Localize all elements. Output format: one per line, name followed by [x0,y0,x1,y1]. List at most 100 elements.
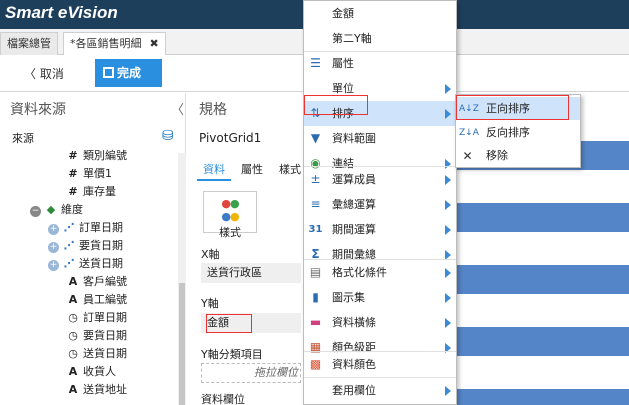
data-field-label: 資料欄位 [201,393,245,405]
cancel-button[interactable]: 〈 取消 [24,65,64,82]
menu-item-label: 圖示集 [332,291,365,304]
tree-item-label: 訂單日期 [79,221,123,234]
menu-item-calc-member[interactable]: ± 運算成員 [304,167,456,192]
calendar-icon: 31 [308,224,323,235]
menu-item-label: 運算成員 [332,173,376,186]
data-bar-icon: ▬ [309,315,322,329]
tab-file-explorer[interactable]: 檔案總管 [0,32,58,55]
submenu-arrow-icon [445,293,451,303]
tree-item-label: 要貨日期 [83,329,127,342]
y-group-label: Y軸分類項目 [201,348,263,361]
done-label: 完成 [117,66,142,80]
submenu-arrow-icon [445,268,451,278]
collapse-icon[interactable]: 〈 [171,99,184,118]
chart-bar [455,327,629,356]
spec-title: 規格 [199,102,227,118]
menu-item-sort-descending[interactable]: Z↓A 反向排序 [456,121,580,144]
tree-item[interactable]: A 收貨人 [66,363,116,380]
chart-bar [455,265,629,294]
highlight-box [304,95,368,115]
menu-item-amount[interactable]: 金額 [304,1,456,26]
tree-item[interactable]: + ⋰ 送貨日期 [48,255,123,272]
number-icon: # [68,167,78,180]
number-icon: # [68,185,78,198]
pivot-name: PivotGrid1 [199,131,262,145]
tab-sales-detail[interactable]: *各區銷售明細 ✖ [63,32,166,55]
tree-item[interactable]: ◷ 送貨日期 [66,345,127,362]
tree-item[interactable]: ◷ 要貨日期 [66,327,127,344]
chart-bar [455,203,629,232]
tree-item-dimension[interactable]: − ◆ 維度 [30,201,83,218]
submenu-arrow-icon [445,200,451,210]
clock-icon: ◷ [68,311,78,324]
menu-item-label: 第二Y軸 [332,32,372,45]
menu-item-label: 彙總運算 [332,198,376,211]
tree-item-label: 送貨日期 [79,257,123,270]
database-icon[interactable]: ⛁ [162,128,174,144]
text-field-icon: A [68,293,78,306]
y-axis-label: Y軸 [201,297,219,310]
tree-item[interactable]: A 客戶編號 [66,273,127,290]
x-axis-field[interactable]: 送貨行政區 [201,263,301,283]
submenu-arrow-icon [445,386,451,396]
tree-item[interactable]: A 送貨地址 [66,381,127,398]
clock-icon: ◷ [68,347,78,360]
menu-item-icon-set[interactable]: ▮ 圖示集 [304,285,456,310]
text-field-icon: A [68,275,78,288]
done-button[interactable]: 完成 [95,59,162,87]
tree-item-label: 訂單日期 [83,311,127,324]
menu-item-data-range[interactable]: ▼ 資料範圍 [304,126,456,151]
subtab-properties[interactable]: 屬性 [235,161,269,181]
menu-item-label: 金額 [332,7,354,20]
properties-icon: ☰ [310,56,321,70]
expand-node-icon[interactable]: + [48,242,59,253]
menu-item-label: 套用欄位 [332,384,376,397]
menu-item-label: 反向排序 [486,126,530,139]
submenu-arrow-icon [445,175,451,185]
remove-icon: ✕ [462,149,473,163]
tree-item[interactable]: ◷ 訂單日期 [66,309,127,326]
subtab-style[interactable]: 樣式 [273,161,307,181]
tree-item-label: 送貨地址 [83,383,127,396]
tree-item-label: 送貨日期 [83,347,127,360]
tree-item[interactable]: A 員工編號 [66,291,127,308]
expand-node-icon[interactable]: + [48,260,59,271]
menu-item-data-color[interactable]: ▩ 資料顏色 [304,352,456,377]
menu-item-data-bar[interactable]: ▬ 資料橫條 [304,310,456,335]
tab-label: 檔案總管 [7,37,51,50]
menu-item-label: 格式化條件 [332,266,387,279]
menu-item-properties[interactable]: ☰ 屬性 [304,51,456,76]
menu-item-period-calc[interactable]: 31 期間運算 [304,217,456,242]
hierarchy-icon: ⋰ [63,221,75,234]
expand-node-icon[interactable]: + [48,224,59,235]
x-axis-label: X軸 [201,248,220,261]
tree-item[interactable]: # 類別編號 [66,147,127,164]
menu-item-summary-calc[interactable]: ≡ 彙總運算 [304,192,456,217]
hierarchy-icon: ⋰ [63,239,75,252]
collapse-node-icon[interactable]: − [30,206,41,217]
tree-item[interactable]: + ⋰ 訂單日期 [48,219,123,236]
scrollbar[interactable] [178,153,186,405]
menu-item-apply-field[interactable]: 套用欄位 [304,378,456,403]
source-label: 來源 [12,132,34,145]
text-field-icon: A [68,383,78,396]
tree-item[interactable]: # 庫存量 [66,183,116,200]
style-button[interactable]: ●● ●● 樣式 [203,191,257,239]
number-icon: # [68,149,78,162]
tree-item[interactable]: + ⋰ 要貨日期 [48,237,123,254]
menu-item-second-y[interactable]: 第二Y軸 [304,26,456,51]
tab-label: *各區銷售明細 [70,37,142,50]
menu-item-label: 資料範圍 [332,132,376,145]
submenu-arrow-icon [445,225,451,235]
tree-item[interactable]: # 單價1 [66,165,112,182]
scrollbar-thumb[interactable] [179,283,185,405]
subtab-data[interactable]: 資料 [197,161,231,181]
menu-item-remove-sort[interactable]: ✕ 移除 [456,144,580,167]
calc-member-icon: ± [310,172,321,186]
drop-zone[interactable]: 拖拉欄位 [201,363,301,383]
menu-item-conditional-format[interactable]: ▤ 格式化條件 [304,260,456,285]
tree-item-label: 收貨人 [83,365,116,378]
close-icon[interactable]: ✖ [150,37,159,50]
submenu-arrow-icon [445,109,451,119]
filter-icon: ▼ [310,131,321,145]
